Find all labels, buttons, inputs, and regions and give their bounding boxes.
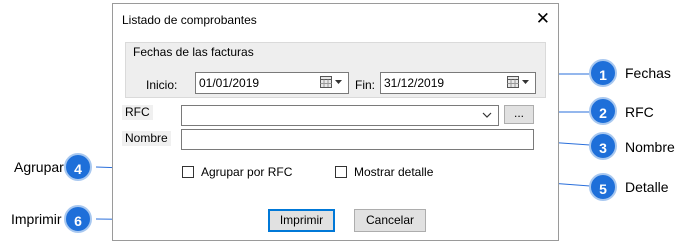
end-date-picker[interactable]: 31/12/2019: [380, 72, 536, 94]
date-group-title: Fechas de las facturas: [133, 45, 254, 59]
close-icon[interactable]: ✕: [536, 9, 550, 29]
show-detail-label: Mostrar detalle: [354, 165, 434, 179]
nombre-label: Nombre: [122, 131, 171, 146]
start-date-label: Inicio:: [146, 78, 178, 92]
show-detail-checkbox[interactable]: [335, 166, 347, 178]
rfc-combobox[interactable]: [181, 105, 499, 126]
callout-label-nombre: Nombre: [625, 139, 675, 155]
rfc-label: RFC: [122, 105, 153, 120]
callout-label-agrupar: Agrupar: [14, 159, 64, 175]
chevron-down-icon: [482, 112, 492, 118]
calendar-icon[interactable]: [320, 76, 344, 88]
end-date-value: 31/12/2019: [384, 76, 445, 90]
group-by-rfc-checkbox[interactable]: [182, 166, 194, 178]
group-by-rfc-label: Agrupar por RFC: [201, 165, 293, 179]
listado-comprobantes-dialog: Listado de comprobantes ✕ Fechas de las …: [112, 3, 559, 241]
callout-badge-2: 2: [589, 97, 617, 125]
end-date-label: Fin:: [355, 78, 376, 92]
callout-badge-4: 4: [64, 153, 92, 181]
callout-badge-1: 1: [589, 59, 617, 87]
date-range-group: Fechas de las facturas Inicio: 01/01/201…: [125, 42, 546, 98]
start-date-value: 01/01/2019: [199, 76, 260, 90]
callout-label-imprimir: Imprimir: [11, 211, 62, 227]
callout-label-fechas: Fechas: [625, 65, 671, 81]
callout-badge-6: 6: [64, 205, 92, 233]
calendar-icon[interactable]: [507, 76, 531, 88]
callout-label-detalle: Detalle: [625, 179, 669, 195]
callout-badge-3: 3: [589, 132, 617, 160]
callout-badge-5: 5: [589, 173, 617, 201]
print-button[interactable]: Imprimir: [268, 209, 335, 232]
nombre-field[interactable]: [181, 129, 534, 150]
cancel-button[interactable]: Cancelar: [354, 209, 426, 232]
dialog-title: Listado de comprobantes: [122, 13, 257, 27]
start-date-picker[interactable]: 01/01/2019: [195, 72, 349, 94]
dialog-titlebar: Listado de comprobantes ✕: [113, 4, 558, 36]
rfc-browse-button[interactable]: ...: [504, 105, 534, 124]
callout-label-rfc: RFC: [625, 104, 654, 120]
